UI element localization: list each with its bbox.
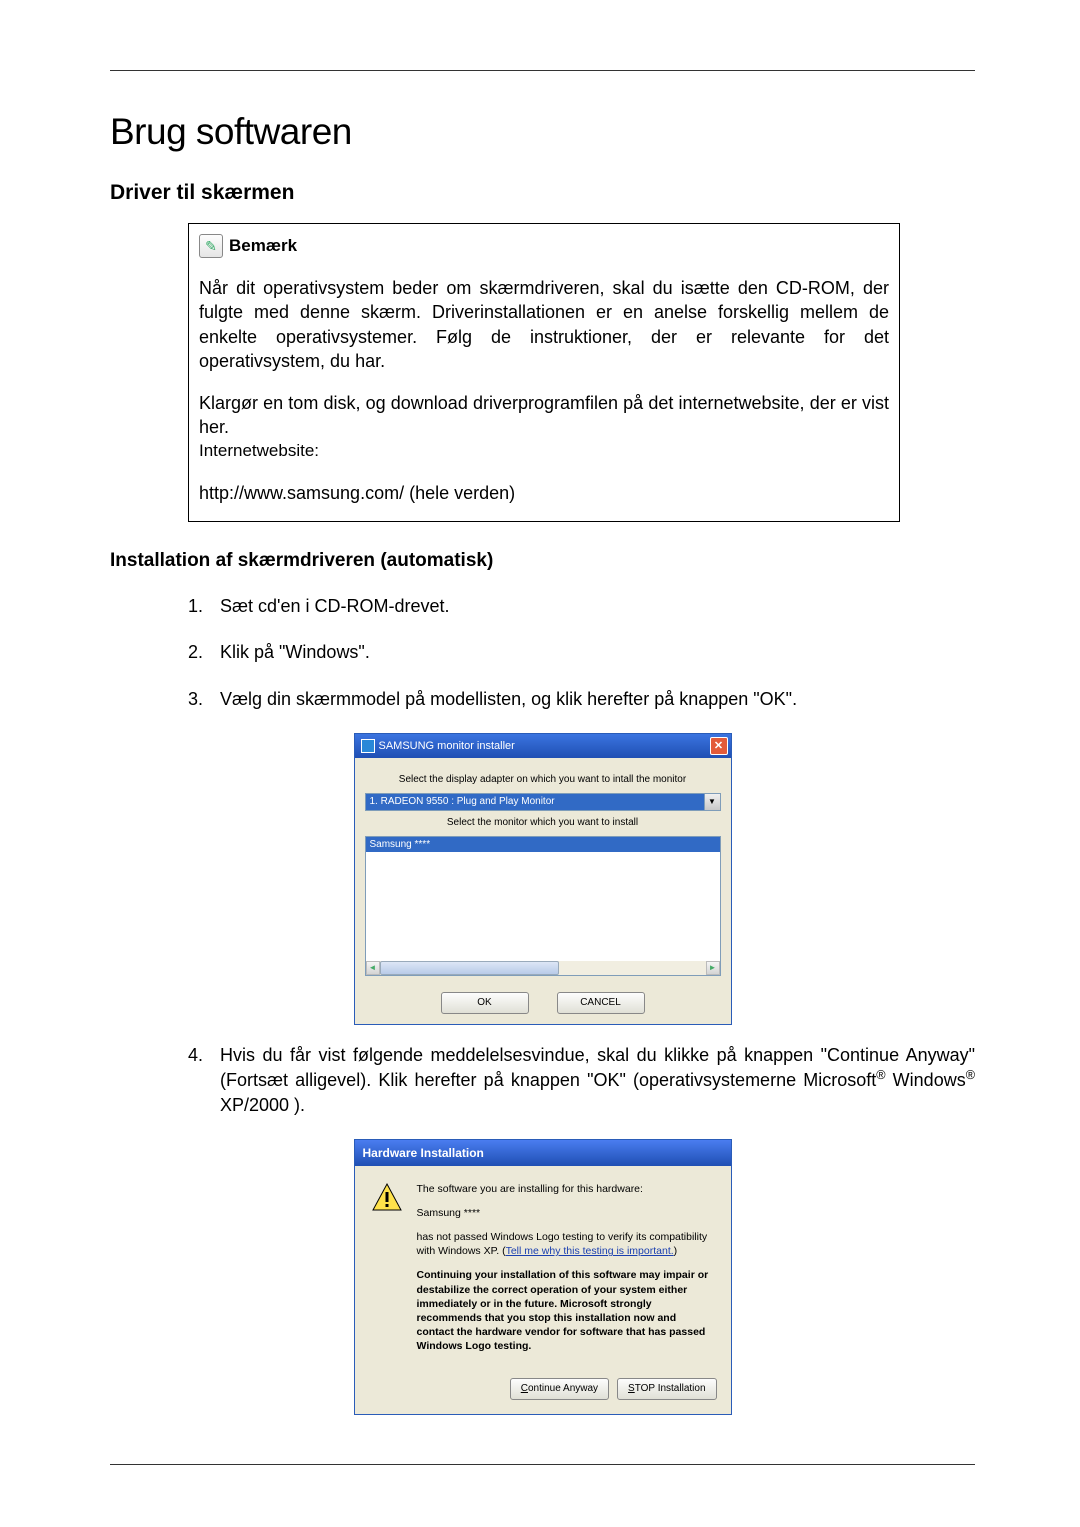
top-rule xyxy=(110,70,975,71)
installer-body: Select the display adapter on which you … xyxy=(355,758,731,1024)
note-header: ✎ Bemærk xyxy=(199,234,889,258)
note-icon: ✎ xyxy=(199,234,223,258)
scrollbar-horizontal[interactable]: ◄ ► xyxy=(366,961,720,975)
section-install-title: Installation af skærmdriveren (automatis… xyxy=(110,550,975,572)
hw-buttons: Continue Anyway STOP Installation xyxy=(355,1378,731,1414)
step-text: Vælg din skærmmodel på modellisten, og k… xyxy=(220,687,975,711)
adapter-selected: 1. RADEON 9550 : Plug and Play Monitor xyxy=(366,794,704,810)
monitor-listbox[interactable]: Samsung **** ◄ ► xyxy=(365,836,721,976)
hw-titlebar: Hardware Installation xyxy=(355,1140,731,1166)
note-url: http://www.samsung.com/ (hele verden) xyxy=(199,481,889,505)
step-4: 4. Hvis du får vist følgende meddelelses… xyxy=(188,1043,975,1117)
step-num: 1. xyxy=(188,594,220,618)
hw-body: The software you are installing for this… xyxy=(355,1166,731,1378)
step-num: 3. xyxy=(188,687,220,711)
installer-label-adapter: Select the display adapter on which you … xyxy=(365,774,721,785)
app-icon xyxy=(361,739,375,753)
section-driver-title: Driver til skærmen xyxy=(110,181,975,205)
installer-screenshot: SAMSUNG monitor installer ✕ Select the d… xyxy=(110,733,975,1025)
step-1: 1. Sæt cd'en i CD-ROM-drevet. xyxy=(188,594,975,618)
hw-text: The software you are installing for this… xyxy=(417,1182,715,1364)
scrollbar-track[interactable] xyxy=(380,961,706,975)
hw-line1: The software you are installing for this… xyxy=(417,1182,715,1196)
installer-title: SAMSUNG monitor installer xyxy=(379,740,515,752)
installer-titlebar: SAMSUNG monitor installer ✕ xyxy=(355,734,731,758)
scroll-right-icon[interactable]: ► xyxy=(706,961,720,975)
stop-installation-button[interactable]: STOP Installation xyxy=(617,1378,716,1400)
steps-list: 1. Sæt cd'en i CD-ROM-drevet. 2. Klik på… xyxy=(188,594,975,711)
page-title: Brug softwaren xyxy=(110,111,975,153)
step-text: Sæt cd'en i CD-ROM-drevet. xyxy=(220,594,975,618)
warning-icon xyxy=(371,1182,403,1214)
hw-line2: has not passed Windows Logo testing to v… xyxy=(417,1230,715,1258)
hw-link[interactable]: Tell me why this testing is important. xyxy=(506,1245,674,1257)
step-num: 4. xyxy=(188,1043,220,1117)
note-internet-label: Internetwebsite: xyxy=(199,440,889,463)
hw-window: Hardware Installation The software you a… xyxy=(354,1139,732,1415)
hw-warning: Continuing your installation of this sof… xyxy=(417,1268,715,1353)
note-text: Når dit operativsystem beder om skærmdri… xyxy=(199,276,889,505)
note-box: ✎ Bemærk Når dit operativsystem beder om… xyxy=(188,223,900,522)
hw-name: Samsung **** xyxy=(417,1206,715,1220)
installer-label-monitor: Select the monitor which you want to ins… xyxy=(365,817,721,828)
chevron-down-icon[interactable]: ▼ xyxy=(704,794,720,810)
scrollbar-thumb[interactable] xyxy=(380,961,559,975)
step-text: Hvis du får vist følgende meddelelsesvin… xyxy=(220,1043,975,1117)
step-text: Klik på "Windows". xyxy=(220,640,975,664)
ok-button[interactable]: OK xyxy=(441,992,529,1014)
step-2: 2. Klik på "Windows". xyxy=(188,640,975,664)
monitor-selected[interactable]: Samsung **** xyxy=(366,837,720,852)
cancel-button[interactable]: CANCEL xyxy=(557,992,645,1014)
step-3: 3. Vælg din skærmmodel på modellisten, o… xyxy=(188,687,975,711)
bottom-rule xyxy=(110,1464,975,1465)
hw-screenshot: Hardware Installation The software you a… xyxy=(110,1139,975,1415)
close-icon[interactable]: ✕ xyxy=(710,737,728,755)
note-title: Bemærk xyxy=(229,236,297,256)
scroll-left-icon[interactable]: ◄ xyxy=(366,961,380,975)
installer-window: SAMSUNG monitor installer ✕ Select the d… xyxy=(354,733,732,1025)
hw-title: Hardware Installation xyxy=(363,1146,484,1160)
step-num: 2. xyxy=(188,640,220,664)
installer-buttons: OK CANCEL xyxy=(365,992,721,1014)
note-p2: Klargør en tom disk, og download driverp… xyxy=(199,391,889,440)
note-p1: Når dit operativsystem beder om skærmdri… xyxy=(199,276,889,373)
steps-list-2: 4. Hvis du får vist følgende meddelelses… xyxy=(188,1043,975,1117)
adapter-dropdown[interactable]: 1. RADEON 9550 : Plug and Play Monitor ▼ xyxy=(365,793,721,811)
continue-anyway-button[interactable]: Continue Anyway xyxy=(510,1378,609,1400)
